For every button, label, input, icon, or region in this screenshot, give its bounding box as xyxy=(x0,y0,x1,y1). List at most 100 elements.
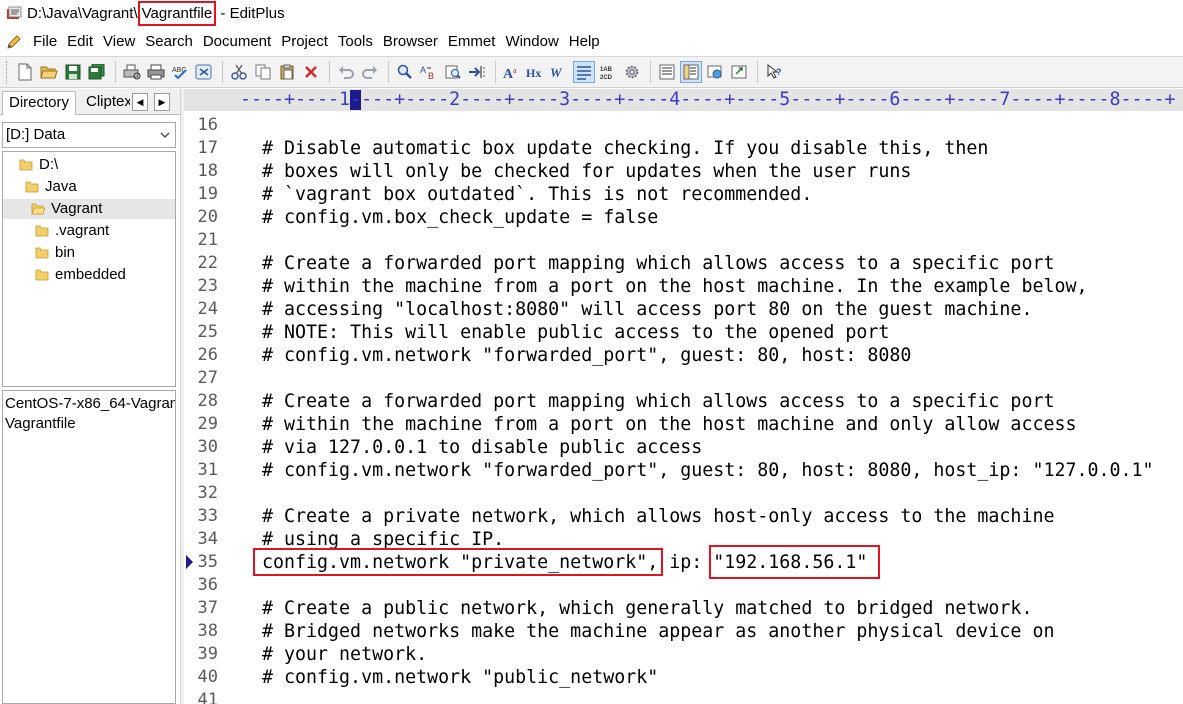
line-number: 31 xyxy=(197,460,218,480)
code-line[interactable]: # config.vm.network "forwarded_port", gu… xyxy=(240,344,911,367)
print-icon[interactable] xyxy=(145,61,167,83)
line-number: 16 xyxy=(197,115,218,135)
svg-text:2CD: 2CD xyxy=(600,75,613,80)
line-number: 18 xyxy=(197,161,218,181)
code-line[interactable]: # config.vm.network "public_network" xyxy=(240,666,658,689)
word-wrap-toggle-icon[interactable] xyxy=(193,61,215,83)
tab-scroll-left-icon[interactable]: ◀ xyxy=(132,93,148,111)
file-item-centos-box[interactable]: CentOS-7-x86_64-Vagrant xyxy=(5,394,175,414)
tree-item-java[interactable]: Java xyxy=(25,177,77,197)
tree-item-label: Java xyxy=(45,178,77,195)
menu-view[interactable]: View xyxy=(98,31,140,53)
line-number-icon[interactable] xyxy=(573,61,595,83)
code-line[interactable]: # boxes will only be checked for updates… xyxy=(240,160,911,183)
show-output-icon[interactable] xyxy=(656,61,678,83)
tree-item-label: .vagrant xyxy=(55,222,110,239)
find-icon[interactable] xyxy=(394,61,416,83)
menu-document[interactable]: Document xyxy=(198,31,276,53)
paste-icon[interactable] xyxy=(276,61,298,83)
line-number: 38 xyxy=(197,621,218,641)
drive-selector[interactable]: [D:] Data xyxy=(2,122,176,148)
column-ruler: ----+----1----+----2----+----3----+----4… xyxy=(184,89,1183,111)
menu-emmet[interactable]: Emmet xyxy=(443,31,501,53)
tree-item-dot-vagrant[interactable]: .vagrant xyxy=(35,221,109,241)
menu-search[interactable]: Search xyxy=(140,31,198,53)
browser-view-icon[interactable] xyxy=(704,61,726,83)
print-preview-icon[interactable] xyxy=(121,61,143,83)
folder-icon xyxy=(35,247,49,259)
code-line[interactable]: # Create a public network, which general… xyxy=(240,597,1032,620)
line-number: 22 xyxy=(197,253,218,273)
font-size-icon[interactable]: Aa xyxy=(501,61,523,83)
tab-scroll-right-icon[interactable]: ▶ xyxy=(154,93,170,111)
tab-directory[interactable]: Directory xyxy=(2,91,77,115)
code-line[interactable]: # within the machine from a port on the … xyxy=(240,413,1076,436)
settings-icon[interactable] xyxy=(621,61,643,83)
tree-item-vagrant[interactable]: Vagrant xyxy=(3,199,175,219)
tree-item-label: D:\ xyxy=(39,156,59,173)
fullscreen-icon[interactable] xyxy=(728,61,750,83)
replace-icon[interactable]: AB xyxy=(418,61,440,83)
undo-icon[interactable] xyxy=(335,61,357,83)
tree-item-label: bin xyxy=(55,244,76,261)
code-line[interactable]: # Create a forwarded port mapping which … xyxy=(240,390,1054,413)
line-number-gutter: 16 17 18 19 20 21 22 23 24 25 26 27 28 29 30 31 32 33 34 35… xyxy=(184,111,240,704)
menu-project[interactable]: Project xyxy=(276,31,333,53)
copy-icon[interactable] xyxy=(252,61,274,83)
show-directory-icon[interactable] xyxy=(680,61,702,83)
save-icon[interactable] xyxy=(62,61,84,83)
code-line[interactable]: # your network. xyxy=(240,643,427,666)
find-in-files-icon[interactable] xyxy=(442,61,464,83)
column-select-icon[interactable]: 1AB 2CD xyxy=(597,61,619,83)
file-item-vagrantfile[interactable]: Vagrantfile xyxy=(5,414,175,434)
code-line[interactable]: # config.vm.box_check_update = false xyxy=(240,206,658,229)
svg-text:Hx: Hx xyxy=(526,66,541,80)
code-line[interactable]: # accessing "localhost:8080" will access… xyxy=(240,298,1032,321)
code-editor[interactable]: # Disable automatic box update checking.… xyxy=(240,111,1183,704)
folder-icon xyxy=(19,159,33,171)
line-number: 23 xyxy=(197,276,218,296)
redo-icon[interactable] xyxy=(359,61,381,83)
cut-icon[interactable] xyxy=(228,61,250,83)
tree-item-bin[interactable]: bin xyxy=(35,243,75,263)
code-line[interactable]: # Create a forwarded port mapping which … xyxy=(240,252,1054,275)
line-number: 40 xyxy=(197,667,218,687)
svg-text:1AB: 1AB xyxy=(600,67,613,73)
open-folder-icon[interactable] xyxy=(38,61,60,83)
code-line[interactable]: # via 127.0.0.1 to disable public access xyxy=(240,436,702,459)
context-help-icon[interactable]: ? xyxy=(763,61,785,83)
goto-line-icon[interactable] xyxy=(466,61,488,83)
menu-tools[interactable]: Tools xyxy=(333,31,378,53)
new-file-icon[interactable] xyxy=(14,61,36,83)
window-title: D:\Java\Vagrant\ Vagrantfile - EditPlus xyxy=(27,1,285,26)
menu-browser[interactable]: Browser xyxy=(378,31,443,53)
toolbar-grip[interactable] xyxy=(6,61,10,83)
delete-icon[interactable] xyxy=(300,61,322,83)
menu-help[interactable]: Help xyxy=(564,31,605,53)
code-line[interactable]: # within the machine from a port on the … xyxy=(240,275,1087,298)
menu-window[interactable]: Window xyxy=(500,31,563,53)
code-line[interactable]: config.vm.network "private_network", ip:… xyxy=(240,551,867,574)
code-line[interactable]: # Create a private network, which allows… xyxy=(240,505,1054,528)
code-line[interactable]: # NOTE: This will enable public access t… xyxy=(240,321,889,344)
code-line[interactable]: # config.vm.network "forwarded_port", gu… xyxy=(240,459,1154,482)
open-folder-icon xyxy=(31,203,45,215)
code-line[interactable]: # `vagrant box outdated`. This is not re… xyxy=(240,183,812,206)
word-wrap-icon[interactable]: W xyxy=(549,61,571,83)
spell-check-icon[interactable]: ABC xyxy=(169,61,191,83)
menu-edit[interactable]: Edit xyxy=(62,31,98,53)
ruler-text: ----+----1----+----2----+----3----+----4… xyxy=(240,89,1176,110)
menu-file[interactable]: File xyxy=(28,31,62,53)
drive-label: [D:] Data xyxy=(6,126,66,143)
code-line[interactable]: # Bridged networks make the machine appe… xyxy=(240,620,1054,643)
tab-cliptext[interactable]: Cliptext xyxy=(82,91,130,115)
hex-view-icon[interactable]: Hx xyxy=(525,61,547,83)
line-number: 41 xyxy=(197,690,218,704)
save-all-icon[interactable] xyxy=(86,61,108,83)
line-number: 28 xyxy=(197,391,218,411)
code-line[interactable]: # using a specific IP. xyxy=(240,528,504,551)
tree-item-embedded[interactable]: embedded xyxy=(35,265,126,285)
code-line[interactable]: # Disable automatic box update checking.… xyxy=(240,137,988,160)
tree-item-drive-d[interactable]: D:\ xyxy=(19,155,58,175)
title-app-name: - EditPlus xyxy=(216,5,285,22)
